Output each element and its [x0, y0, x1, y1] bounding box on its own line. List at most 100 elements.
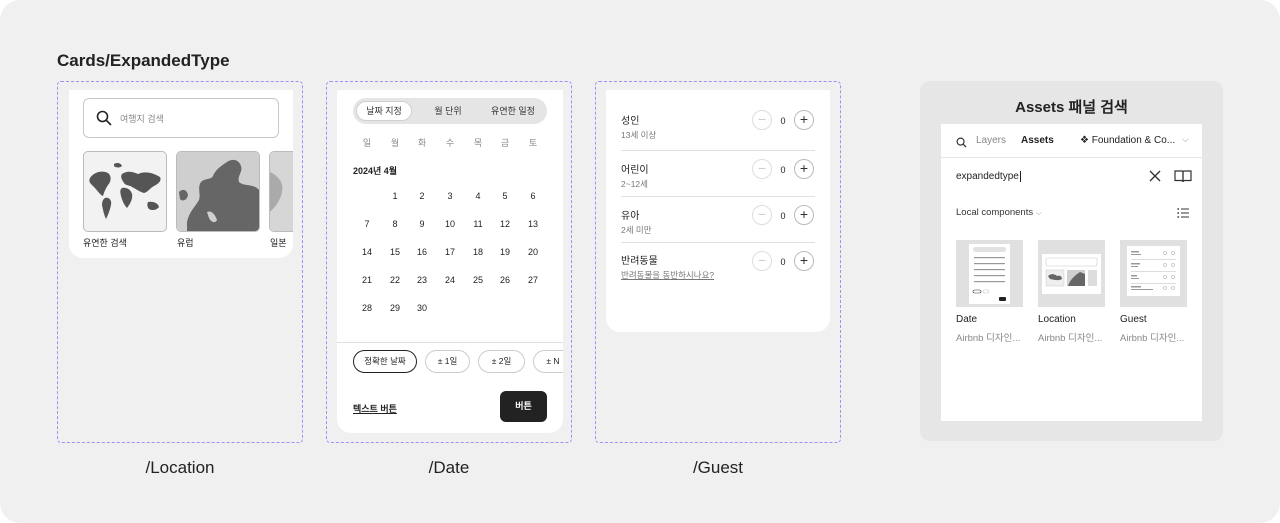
decrement-adults-button[interactable]: − [752, 110, 772, 130]
calendar-day[interactable]: 7 [357, 219, 377, 229]
section-title: Cards/ExpandedType [57, 51, 230, 70]
calendar-day[interactable]: 14 [357, 247, 377, 257]
calendar-day[interactable]: 12 [495, 219, 515, 229]
search-icon [96, 110, 112, 131]
date-card: 날짜 지정 월 단위 유연한 일정 일 월 화 수 목 금 토 2024년 4월… [337, 90, 563, 433]
weekday-label: 금 [500, 138, 510, 148]
calendar-day[interactable]: 28 [357, 303, 377, 313]
increment-infants-button[interactable]: + [794, 205, 814, 225]
region-label-flexible: 유연한 검색 [83, 238, 127, 248]
tab-specific-dates[interactable]: 날짜 지정 [356, 101, 412, 121]
calendar-day[interactable]: 24 [440, 275, 460, 285]
guest-variant-label: /Guest [692, 458, 744, 477]
calendar-day[interactable]: 9 [412, 219, 432, 229]
children-count: 0 [780, 165, 786, 175]
assets-panel: Layers Assets ❖ Foundation & Co... ⌵ exp… [941, 124, 1202, 421]
calendar-day[interactable]: 3 [440, 191, 460, 201]
date-mode-segmented-control: 날짜 지정 월 단위 유연한 일정 [353, 98, 547, 124]
calendar-day[interactable]: 5 [495, 191, 515, 201]
search-icon[interactable] [956, 135, 967, 153]
destination-search-input[interactable]: 여행지 검색 [83, 98, 279, 138]
calendar-day[interactable]: 30 [412, 303, 432, 313]
asset-search-input[interactable]: expandedtype [956, 171, 1021, 182]
decrement-pets-button[interactable]: − [752, 251, 772, 271]
canvas: Cards/ExpandedType 여행지 검색 유연한 검색 유럽 일본 /… [0, 0, 1280, 523]
guest-type-subtitle: 2~12세 [621, 179, 648, 189]
tab-flexible[interactable]: 유연한 일정 [481, 101, 545, 121]
library-dropdown[interactable]: ❖ Foundation & Co... [1080, 135, 1175, 146]
component-description: Airbnb 디자인... [1120, 333, 1185, 344]
divider [337, 342, 563, 343]
chip-plus-minus-n-days[interactable]: ± N [533, 350, 563, 373]
tab-layers[interactable]: Layers [976, 135, 1006, 146]
map-tile-europe[interactable] [176, 151, 260, 232]
calendar-day[interactable]: 29 [385, 303, 405, 313]
calendar-day[interactable]: 26 [495, 275, 515, 285]
increment-pets-button[interactable]: + [794, 251, 814, 271]
search-placeholder: 여행지 검색 [120, 114, 164, 124]
weekday-label: 일 [362, 138, 372, 148]
calendar-day[interactable]: 15 [385, 247, 405, 257]
chevron-down-icon: ⌵ [1035, 208, 1042, 217]
weekday-label: 화 [417, 138, 427, 148]
date-variant[interactable]: 날짜 지정 월 단위 유연한 일정 일 월 화 수 목 금 토 2024년 4월… [326, 81, 572, 443]
chip-plus-minus-1-day[interactable]: ± 1일 [425, 350, 470, 373]
infants-count: 0 [780, 211, 786, 221]
calendar-day[interactable]: 18 [468, 247, 488, 257]
calendar-day[interactable]: 22 [385, 275, 405, 285]
calendar-day[interactable]: 6 [523, 191, 543, 201]
section-label: Local components [956, 207, 1034, 218]
guest-type-title: 어린이 [621, 165, 649, 176]
component-thumbnail-guest[interactable] [1120, 240, 1187, 307]
calendar-day[interactable]: 4 [468, 191, 488, 201]
weekday-label: 토 [528, 138, 538, 148]
local-components-toggle[interactable]: Local components ⌵ [956, 207, 1042, 218]
calendar-day[interactable]: 19 [495, 247, 515, 257]
chevron-down-icon[interactable]: ⌵ [1182, 134, 1189, 145]
calendar-day[interactable]: 27 [523, 275, 543, 285]
decrement-infants-button[interactable]: − [752, 205, 772, 225]
decrement-children-button[interactable]: − [752, 159, 772, 179]
calendar-day[interactable]: 25 [468, 275, 488, 285]
chip-exact-dates[interactable]: 정확한 날짜 [353, 350, 417, 373]
primary-button[interactable]: 버튼 [500, 391, 547, 422]
map-tile-flexible[interactable] [83, 151, 167, 232]
calendar-day[interactable]: 8 [385, 219, 405, 229]
location-preview-icon [1045, 257, 1098, 287]
book-icon[interactable] [1174, 169, 1192, 188]
weekday-label: 월 [390, 138, 400, 148]
assets-panel-frame: Assets 패널 검색 Layers Assets ❖ Foundation … [920, 81, 1223, 441]
calendar-day[interactable]: 11 [468, 219, 488, 229]
pets-link[interactable]: 반려동물을 동반하시나요? [621, 269, 714, 281]
increment-children-button[interactable]: + [794, 159, 814, 179]
increment-adults-button[interactable]: + [794, 110, 814, 130]
text-button[interactable]: 텍스트 버튼 [353, 402, 397, 415]
clear-icon[interactable] [1148, 169, 1162, 188]
chip-plus-minus-2-days[interactable]: ± 2일 [478, 350, 525, 373]
calendar-day[interactable]: 1 [385, 191, 405, 201]
location-variant[interactable]: 여행지 검색 유연한 검색 유럽 일본 [57, 81, 303, 443]
component-description: Airbnb 디자인... [1038, 333, 1103, 344]
divider [621, 196, 815, 197]
calendar-day[interactable]: 16 [412, 247, 432, 257]
component-name: Date [956, 314, 978, 325]
tab-assets[interactable]: Assets [1021, 135, 1054, 146]
panel-tabs: Layers Assets ❖ Foundation & Co... ⌵ [941, 124, 1202, 158]
calendar-day[interactable]: 20 [523, 247, 543, 257]
calendar-day[interactable]: 23 [412, 275, 432, 285]
tab-monthly[interactable]: 월 단위 [423, 101, 473, 121]
calendar-day[interactable]: 21 [357, 275, 377, 285]
assets-heading: Assets 패널 검색 [1015, 99, 1128, 116]
component-thumbnail-date[interactable] [956, 240, 1023, 307]
calendar-day[interactable]: 13 [523, 219, 543, 229]
calendar-day[interactable]: 2 [412, 191, 432, 201]
component-name: Location [1038, 314, 1076, 325]
europe-map-icon [177, 152, 259, 231]
guest-variant[interactable]: 성인 13세 이상 − 0 + 어린이 2~12세 − 0 + 유아 2세 미만… [595, 81, 841, 443]
list-view-icon[interactable] [1177, 206, 1189, 224]
component-thumbnail-location[interactable] [1038, 240, 1105, 307]
map-tile-japan[interactable] [269, 151, 293, 232]
calendar-day[interactable]: 10 [440, 219, 460, 229]
location-variant-label: /Location [145, 458, 215, 477]
calendar-day[interactable]: 17 [440, 247, 460, 257]
